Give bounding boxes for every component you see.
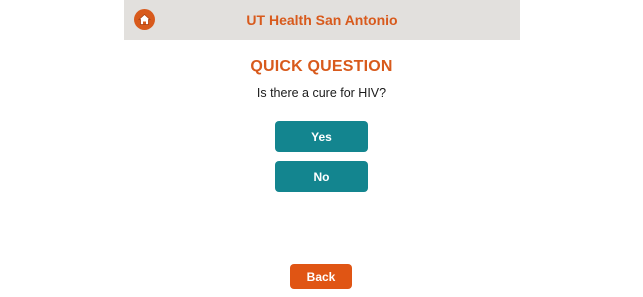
app-title: UT Health San Antonio (246, 12, 398, 28)
app-screen: UT Health San Antonio QUICK QUESTION Is … (0, 0, 643, 297)
header-bar: UT Health San Antonio (124, 0, 520, 40)
no-button[interactable]: No (275, 161, 368, 192)
yes-button[interactable]: Yes (275, 121, 368, 152)
back-button[interactable]: Back (290, 264, 352, 289)
question-heading: QUICK QUESTION (250, 58, 393, 75)
question-text: Is there a cure for HIV? (256, 86, 387, 100)
